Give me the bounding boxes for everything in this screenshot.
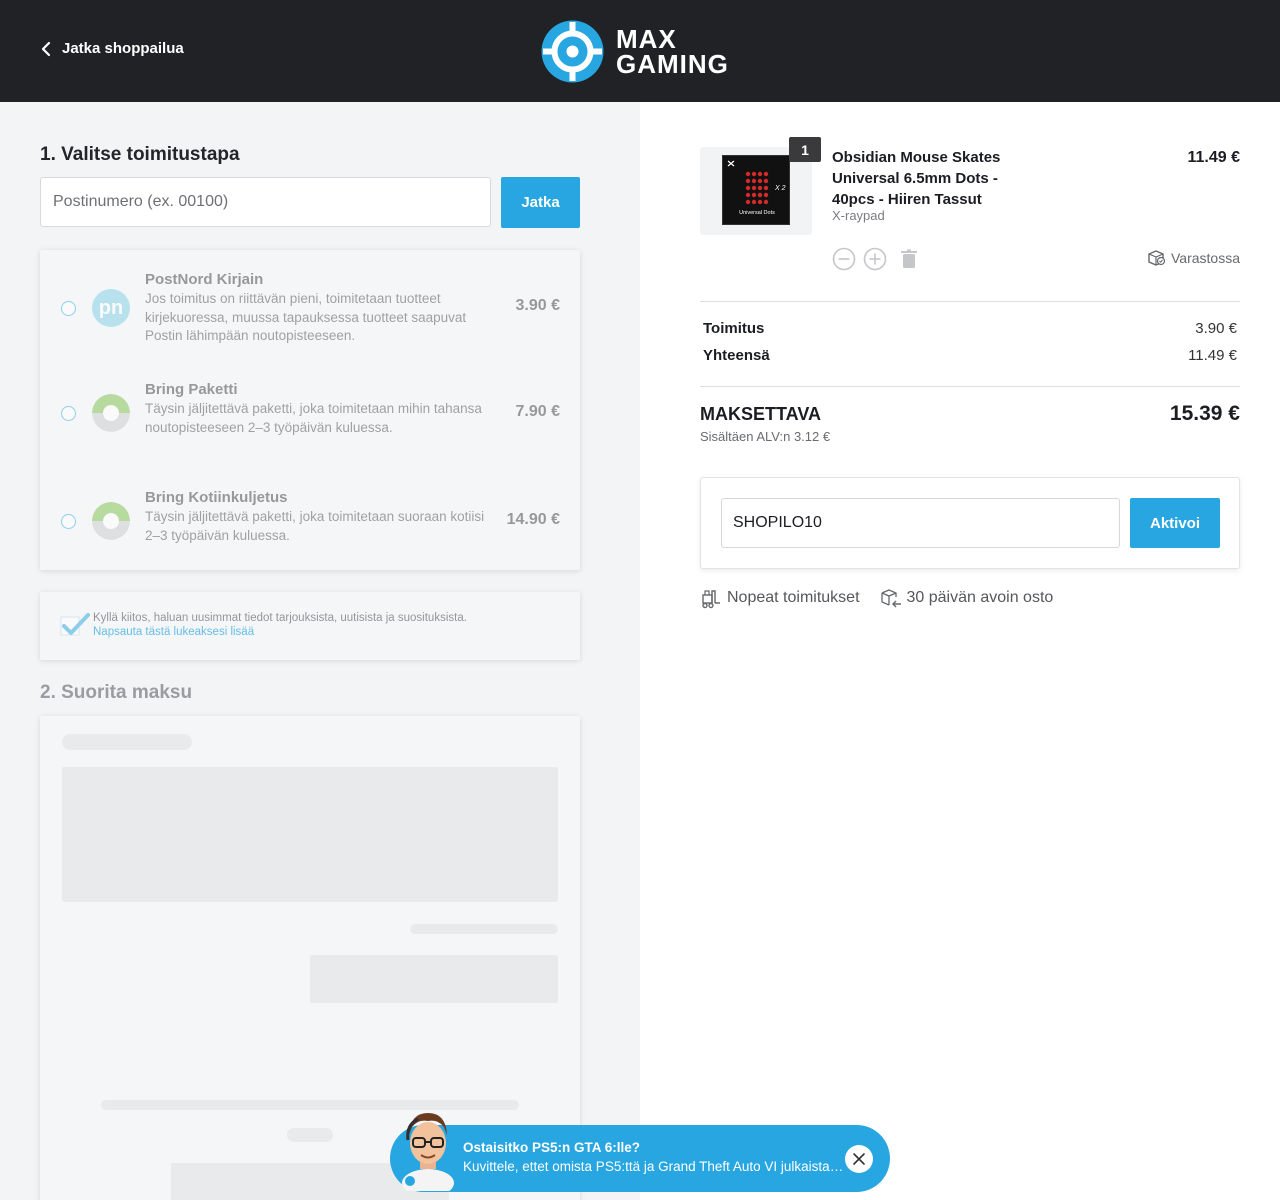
continue-shopping-link[interactable]: Jatka shoppailua (40, 40, 184, 57)
bring-logo-icon (92, 394, 130, 432)
minus-circle-icon[interactable] (832, 247, 856, 271)
zip-code-input[interactable] (40, 177, 491, 227)
logo-line1: MAX (616, 23, 677, 54)
promo-code-card: Aktivoi (700, 477, 1240, 569)
total-label: MAKSETTAVA (700, 404, 821, 424)
box-multiplier-text: X 2 (774, 185, 786, 192)
product-name[interactable]: Obsidian Mouse Skates Universal 6.5mm Do… (832, 147, 1022, 210)
total-value: 15.39 € (1169, 402, 1240, 425)
toast-title: Ostaisitko PS5:n GTA 6:lle? (463, 1140, 641, 1155)
shipping-cost-label: Toimitus (703, 320, 765, 337)
quantity-badge: 1 (789, 137, 821, 162)
crosshair-logo-icon (541, 20, 604, 83)
site-header: Jatka shoppailua MAX GAMING (0, 0, 1280, 102)
newsletter-card: Kyllä kiitos, haluan uusimmat tiedot tar… (40, 592, 580, 660)
shipping-option-description: Täysin jäljitettävä paketti, joka toimit… (145, 509, 485, 543)
shipping-option-bring-kotiin[interactable]: Bring Kotiinkuljetus Täysin jäljitettävä… (40, 483, 580, 573)
skeleton-line (410, 924, 558, 934)
newsletter-text: Kyllä kiitos, haluan uusimmat tiedot tar… (93, 612, 467, 624)
shipping-option-text: PostNord Kirjain Jos toimitus on riittäv… (145, 271, 490, 346)
perk-label: Nopeat toimitukset (727, 589, 860, 606)
skeleton-line (62, 734, 192, 750)
shipping-option-description: Täysin jäljitettävä paketti, joka toimit… (145, 401, 482, 435)
shipping-cost-value: 3.90 € (1195, 320, 1237, 337)
toast-close-button[interactable] (845, 1145, 873, 1173)
trash-icon[interactable] (897, 247, 921, 271)
bring-logo-icon (92, 502, 130, 540)
shipping-step-title: 1. Valitse toimitustapa (40, 144, 240, 165)
shipping-option-title: Bring Kotiinkuljetus (145, 489, 288, 506)
product-brand: X-raypad (832, 208, 885, 223)
subtotal-value: 11.49 € (1188, 347, 1237, 364)
return-box-icon (880, 589, 901, 608)
shipping-option-title: Bring Paketti (145, 381, 238, 398)
subtotal-label: Yhteensä (703, 347, 770, 364)
zip-continue-button[interactable]: Jatka (501, 177, 580, 228)
forklift-icon (702, 590, 720, 609)
skeleton-line (287, 1128, 333, 1142)
newsletter-consent: Kyllä kiitos, haluan uusimmat tiedot tar… (93, 611, 467, 639)
plus-circle-icon[interactable] (863, 247, 887, 271)
promo-code-input[interactable] (721, 498, 1120, 548)
skeleton-block (310, 955, 558, 1003)
subtotal-row: Yhteensä 11.49 € (703, 347, 1237, 364)
stock-status: Varastossa (1147, 249, 1240, 266)
product-price: 11.49 € (1187, 149, 1241, 166)
shipping-radio[interactable] (61, 301, 76, 316)
shipping-radio[interactable] (61, 514, 76, 529)
close-icon (853, 1153, 865, 1165)
in-stock-box-icon (1148, 250, 1166, 266)
perk-open-purchase: 30 päivän avoin osto (880, 587, 1054, 609)
shipping-options-card: pn PostNord Kirjain Jos toimitus on riit… (40, 250, 580, 570)
activate-promo-button[interactable]: Aktivoi (1130, 498, 1220, 548)
product-box-art: X 2 Universal Dots (722, 155, 790, 225)
toast-body: Kuvittele, ettet omista PS5:ttä ja Grand… (463, 1159, 848, 1174)
shipping-radio[interactable] (61, 406, 76, 421)
shipping-option-price: 3.90 € (515, 297, 560, 314)
logo-line2: GAMING (616, 48, 729, 79)
maxgaming-logo[interactable]: MAX GAMING (541, 20, 729, 83)
perk-fast-delivery: Nopeat toimitukset (700, 587, 860, 609)
box-label-text: Universal Dots (739, 210, 775, 216)
divider (700, 386, 1240, 387)
checkout-left-panel: 1. Valitse toimitustapa Jatka pn PostNor… (0, 102, 640, 1200)
vat-note: Sisältäen ALV:n 3.12 € (700, 429, 831, 444)
checkmark-icon[interactable] (60, 612, 90, 638)
postnord-logo-icon: pn (92, 289, 130, 327)
divider (700, 301, 1240, 302)
shipping-option-description: Jos toimitus on riittävän pieni, toimite… (145, 291, 467, 343)
shipping-option-price: 7.90 € (515, 403, 560, 420)
perk-label: 30 päivän avoin osto (906, 589, 1054, 606)
logo-wordmark: MAX GAMING (616, 23, 729, 79)
dots-pattern-icon: X 2 Universal Dots (727, 160, 786, 216)
shipping-option-title: PostNord Kirjain (145, 271, 264, 288)
perks-row: Nopeat toimitukset 30 päivän avoin osto (700, 587, 1073, 609)
shipping-cost-row: Toimitus 3.90 € (703, 320, 1237, 337)
order-summary-panel: X 2 Universal Dots 1 Obsidian Mouse Skat… (640, 102, 1280, 1200)
promo-toast[interactable]: Ostaisitko PS5:n GTA 6:lle? Kuvittele, e… (390, 1113, 890, 1192)
shipping-option-text: Bring Paketti Täysin jäljitettävä pakett… (145, 381, 490, 437)
shipping-option-price: 14.90 € (506, 511, 560, 528)
continue-shopping-label: Jatka shoppailua (62, 40, 184, 57)
shipping-option-bring-paketti[interactable]: Bring Paketti Täysin jäljitettävä pakett… (40, 375, 580, 465)
stock-label: Varastossa (1171, 249, 1240, 266)
shipping-option-postnord[interactable]: pn PostNord Kirjain Jos toimitus on riit… (40, 265, 580, 355)
chevron-left-icon (41, 41, 51, 56)
mascot-avatar-icon (402, 1113, 454, 1191)
newsletter-read-more-link[interactable]: Napsauta tästä lukeaksesi lisää (93, 625, 467, 639)
payment-step-title: 2. Suorita maksu (40, 682, 193, 703)
shipping-option-text: Bring Kotiinkuljetus Täysin jäljitettävä… (145, 489, 490, 545)
skeleton-block (62, 767, 558, 902)
